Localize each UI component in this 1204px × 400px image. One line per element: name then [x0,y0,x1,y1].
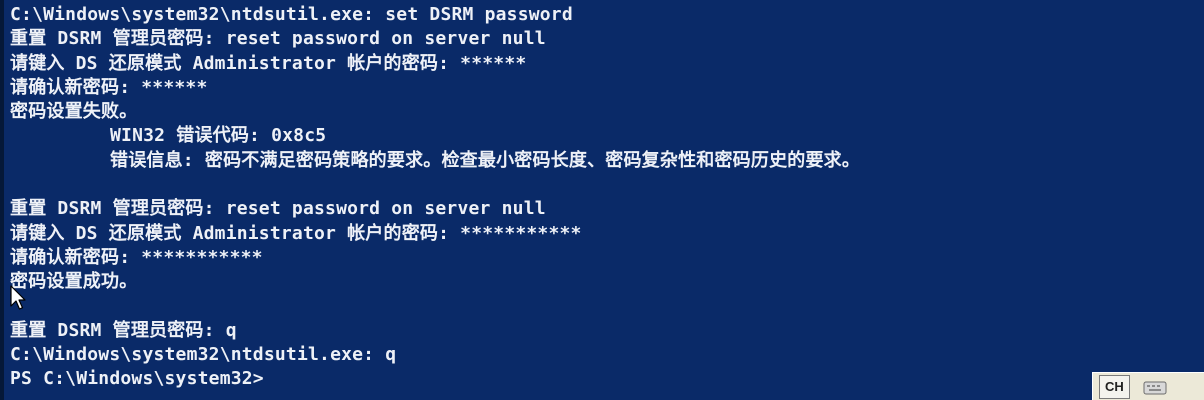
ime-language-bar[interactable]: CH [1092,372,1204,400]
console-line-10: 请键入 DS 还原模式 Administrator 帐户的密码: *******… [10,222,582,244]
console-line-11: 请确认新密码: *********** [10,246,263,268]
console-line-2: 重置 DSRM 管理员密码: reset password on server … [10,28,546,50]
console-line-6-error-code: WIN32 错误代码: 0x8c5 [110,125,327,147]
console-line-1: C:\Windows\system32\ntdsutil.exe: set DS… [10,4,573,25]
console-prompt-line[interactable]: PS C:\Windows\system32> [10,367,1204,391]
console-line-9: 重置 DSRM 管理员密码: reset password on server … [10,198,546,220]
keyboard-icon[interactable] [1138,375,1172,399]
console-line-13 [10,295,1204,319]
console-line-14: 重置 DSRM 管理员密码: q [10,319,237,341]
powershell-console-window[interactable]: C:\Windows\system32\ntdsutil.exe: set DS… [0,0,1204,400]
console-line-7-error-message: 错误信息: 密码不满足密码策略的要求。检查最小密码长度、密码复杂性和密码历史的要… [110,149,861,171]
console-line-5: 密码设置失败。 [10,101,138,123]
console-output[interactable]: C:\Windows\system32\ntdsutil.exe: set DS… [10,3,1204,392]
console-line-3: 请键入 DS 还原模式 Administrator 帐户的密码: ****** [10,52,527,74]
console-line-15: C:\Windows\system32\ntdsutil.exe: q [10,344,397,366]
console-line-8 [10,173,1204,197]
mouse-pointer-icon [10,285,26,310]
console-line-4: 请确认新密码: ****** [10,76,208,98]
console-line-12: 密码设置成功。 [10,271,138,293]
ime-language-button[interactable]: CH [1099,374,1130,399]
